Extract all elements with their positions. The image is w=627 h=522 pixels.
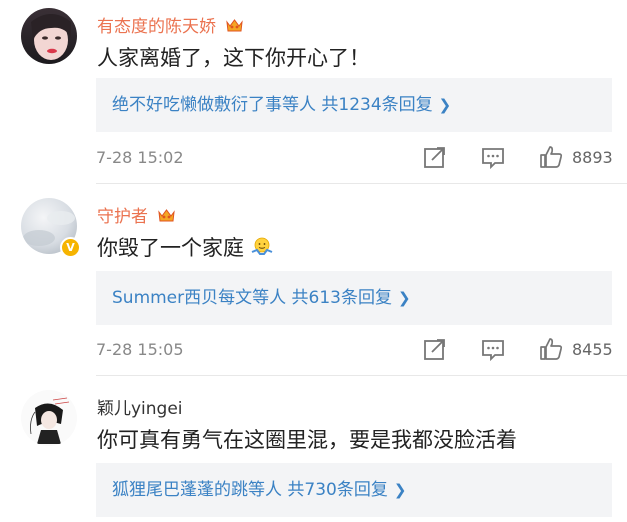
comment-icon[interactable] xyxy=(480,144,506,170)
share-icon[interactable] xyxy=(422,336,448,362)
like-count: 8455 xyxy=(572,340,613,359)
reply-summary-text[interactable]: Summer西贝每文等人 共613条回复 xyxy=(112,288,392,308)
share-icon[interactable] xyxy=(422,144,448,170)
comment-text: 你可真有勇气在这圈里混，要是我都没脸活着 xyxy=(97,424,517,454)
comment-text-span: 人家离婚了，这下你开心了！ xyxy=(97,46,370,70)
vip-crown-icon xyxy=(158,209,176,222)
reply-summary-text[interactable]: 绝不好吃懒做敷衍了事等人 共1234条回复 xyxy=(112,95,433,115)
reply-summary-link[interactable]: 绝不好吃懒做敷衍了事等人 共1234条回复 ❯ xyxy=(96,78,612,132)
reply-summary-link[interactable]: Summer西贝每文等人 共613条回复 ❯ xyxy=(96,271,612,325)
chevron-right-icon: ❯ xyxy=(393,481,407,499)
username-text[interactable]: 有态度的陈天娇 xyxy=(97,17,216,37)
divider xyxy=(96,375,627,376)
meta-row: 7-28 15:05 8455 xyxy=(96,336,616,366)
avatar[interactable] xyxy=(21,390,77,446)
reply-summary-link[interactable]: 狐狸尾巴蓬蓬的跳等人 共730条回复 ❯ xyxy=(96,463,612,517)
username[interactable]: 守护者 xyxy=(97,202,176,227)
username-text[interactable]: 颖儿yingei xyxy=(97,399,183,419)
chevron-right-icon: ❯ xyxy=(438,96,452,114)
username[interactable]: 颖儿yingei xyxy=(97,394,183,419)
comment-text-span: 你毁了一个家庭 xyxy=(97,236,244,260)
comment-text-span: 你可真有勇气在这圈里混，要是我都没脸活着 xyxy=(97,428,517,452)
vip-crown-icon xyxy=(226,19,244,32)
timestamp: 7-28 15:02 xyxy=(96,148,184,167)
avatar[interactable]: V xyxy=(21,198,81,258)
shrug-emoji xyxy=(251,237,273,255)
meta-row: 7-28 15:02 8893 xyxy=(96,144,616,174)
reply-summary-text[interactable]: 狐狸尾巴蓬蓬的跳等人 共730条回复 xyxy=(112,480,388,500)
avatar[interactable] xyxy=(21,8,77,64)
verified-badge-icon: V xyxy=(60,237,81,258)
like-icon[interactable] xyxy=(538,144,564,170)
like-icon[interactable] xyxy=(538,336,564,362)
like-count: 8893 xyxy=(572,148,613,167)
chevron-right-icon: ❯ xyxy=(398,289,411,307)
username-text[interactable]: 守护者 xyxy=(97,207,148,227)
divider xyxy=(96,183,627,184)
timestamp: 7-28 15:05 xyxy=(96,340,184,359)
username[interactable]: 有态度的陈天娇 xyxy=(97,12,244,37)
comment-text: 你毁了一个家庭 xyxy=(97,232,273,262)
comment-icon[interactable] xyxy=(480,336,506,362)
comment-text: 人家离婚了，这下你开心了！ xyxy=(97,42,370,72)
